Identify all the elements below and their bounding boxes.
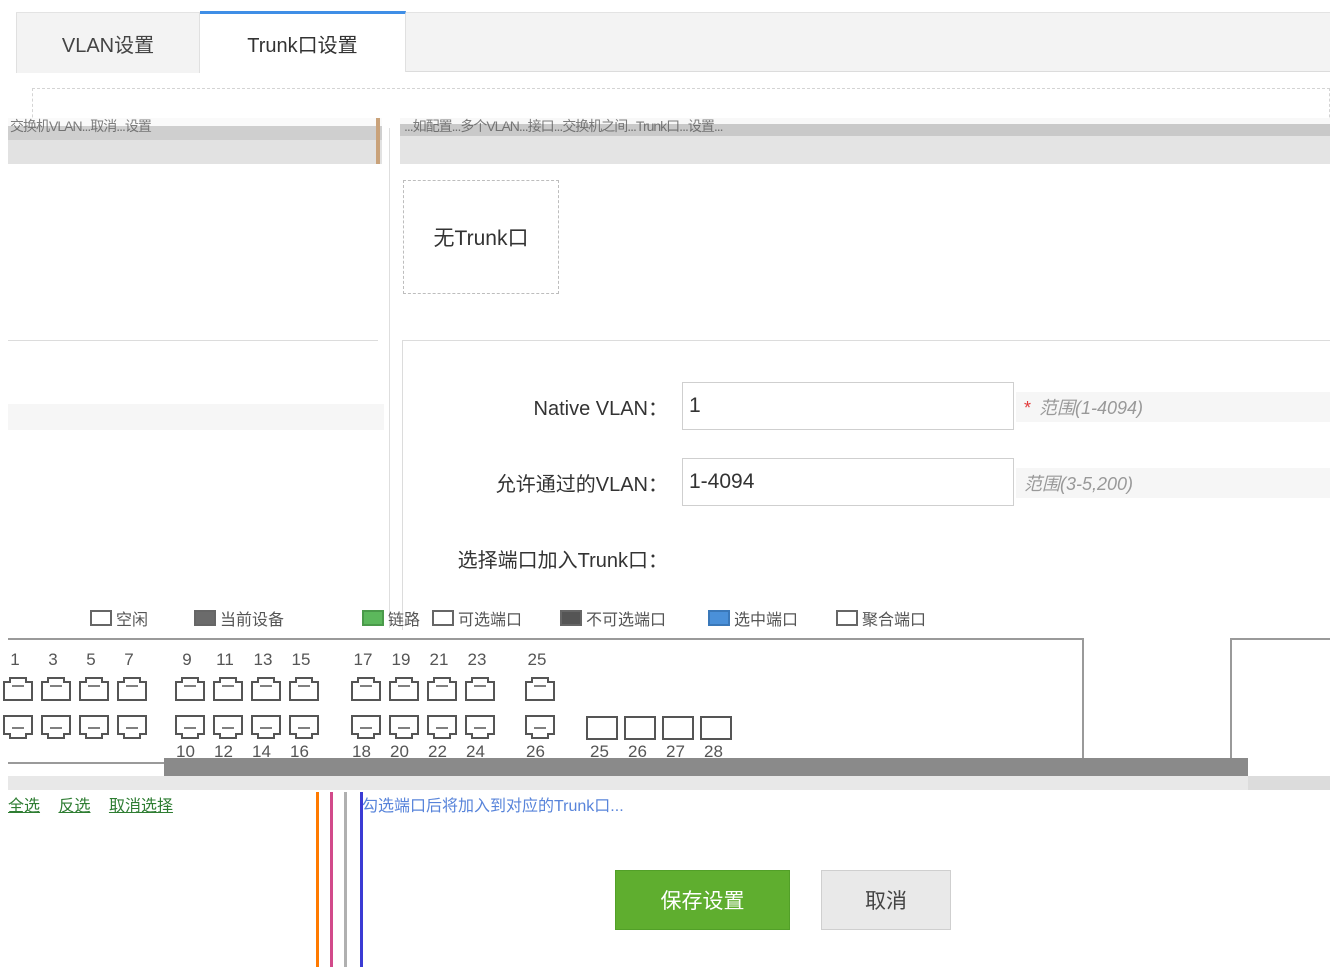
ethernet-port-icon[interactable] <box>174 714 206 740</box>
legend-link: 链路 <box>362 606 420 630</box>
ethernet-port-icon[interactable] <box>2 714 34 740</box>
port-number: 13 <box>253 650 273 669</box>
sfp-port-icon[interactable] <box>662 716 694 740</box>
port-number: 9 <box>182 650 192 669</box>
unselectable-swatch <box>560 610 582 626</box>
allowed-vlan-label: 允许通过的VLAN： <box>495 474 668 496</box>
port-number: 15 <box>291 650 311 669</box>
ethernet-port-icon[interactable] <box>524 714 556 740</box>
selected-swatch <box>708 610 730 626</box>
ethernet-port-icon[interactable] <box>40 676 72 702</box>
port-number: 21 <box>429 650 449 669</box>
port-notice: 勾选端口后将加入到对应的Trunk口... <box>362 798 624 815</box>
legend-selectable: 可选端口 <box>432 606 522 630</box>
legend-selectable-label: 可选端口 <box>458 612 523 629</box>
invert-select-link[interactable]: 反选 <box>58 798 90 815</box>
ethernet-port-icon[interactable] <box>212 714 244 740</box>
aggregate-swatch <box>836 610 858 626</box>
sfp-port-icon[interactable] <box>700 716 732 740</box>
native-vlan-label: Native VLAN： <box>533 398 669 420</box>
cancel-button[interactable]: 取消 <box>821 870 951 930</box>
current-swatch <box>194 610 216 626</box>
ethernet-port-icon[interactable] <box>350 714 382 740</box>
left-header-divider <box>376 118 380 164</box>
port-panel-footer <box>8 776 1330 790</box>
sfp-port-icon[interactable] <box>624 716 656 740</box>
left-panel-row <box>8 404 384 430</box>
left-panel-line <box>8 340 378 341</box>
ethernet-port-icon[interactable] <box>464 714 496 740</box>
ethernet-port-icon[interactable] <box>78 676 110 702</box>
legend-idle-label: 空闲 <box>116 612 149 629</box>
port-number: 19 <box>391 650 411 669</box>
ethernet-port-icon[interactable] <box>288 714 320 740</box>
link-swatch <box>362 610 384 626</box>
legend-unselectable-label: 不可选端口 <box>586 612 667 629</box>
ethernet-port-icon[interactable] <box>78 714 110 740</box>
allowed-vlan-input[interactable] <box>682 458 1014 506</box>
render-artifact-gray <box>344 792 347 967</box>
selectable-swatch <box>432 610 454 626</box>
port-panel-footer-right <box>1248 776 1330 790</box>
legend-unselectable: 不可选端口 <box>560 606 666 630</box>
render-artifact-orange <box>316 792 319 967</box>
ethernet-port-icon[interactable] <box>388 676 420 702</box>
port-number: 3 <box>48 650 58 669</box>
ethernet-port-icon[interactable] <box>40 714 72 740</box>
port-number: 23 <box>467 650 487 669</box>
panel-divider <box>389 128 390 628</box>
native-vlan-range: 范围(1-4094) <box>1039 398 1144 418</box>
ethernet-port-icon[interactable] <box>250 676 282 702</box>
legend-current-label: 当前设备 <box>220 612 285 629</box>
ethernet-port-icon[interactable] <box>116 676 148 702</box>
right-notice-text: ...如配置...多个VLAN...接口...交换机之间...Trunk口...… <box>404 118 724 134</box>
ethernet-port-icon[interactable] <box>2 676 34 702</box>
ethernet-port-icon[interactable] <box>288 676 320 702</box>
clear-select-link[interactable]: 取消选择 <box>109 798 173 815</box>
legend-aggregate-label: 聚合端口 <box>862 612 927 629</box>
ethernet-port-icon[interactable] <box>174 676 206 702</box>
allowed-vlan-hint: 范围(3-5,200) <box>1024 474 1134 494</box>
native-vlan-input[interactable] <box>682 382 1014 430</box>
ethernet-port-icon[interactable] <box>388 714 420 740</box>
ethernet-port-icon[interactable] <box>426 676 458 702</box>
ethernet-port-icon[interactable] <box>116 714 148 740</box>
legend-selected: 选中端口 <box>708 606 798 630</box>
port-number: 17 <box>353 650 373 669</box>
legend-current: 当前设备 <box>194 606 284 630</box>
legend-aggregate: 聚合端口 <box>836 606 926 630</box>
tab-bar: VLAN设置 Trunk口设置 <box>16 11 1330 73</box>
ethernet-port-icon[interactable] <box>426 714 458 740</box>
ethernet-port-icon[interactable] <box>212 676 244 702</box>
idle-swatch <box>90 610 112 626</box>
trunk-empty-text: 无Trunk口 <box>433 227 529 250</box>
ethernet-port-icon[interactable] <box>250 714 282 740</box>
select-ports-label: 选择端口加入Trunk口： <box>457 550 668 572</box>
ethernet-port-icon[interactable] <box>464 676 496 702</box>
tab-trunk-settings[interactable]: Trunk口设置 <box>200 11 406 72</box>
required-marker: * <box>1024 398 1032 418</box>
save-settings-button[interactable]: 保存设置 <box>615 870 790 930</box>
tab-vlan-settings[interactable]: VLAN设置 <box>16 13 200 73</box>
port-select-links: 全选 反选 取消选择 <box>8 792 187 816</box>
render-artifact-blue <box>360 792 363 967</box>
sfp-port-icon[interactable] <box>586 716 618 740</box>
select-all-link[interactable]: 全选 <box>8 798 40 815</box>
port-number: 1 <box>10 650 20 669</box>
legend-selected-label: 选中端口 <box>734 612 799 629</box>
port-number: 11 <box>216 650 234 669</box>
ethernet-port-icon[interactable] <box>524 676 556 702</box>
left-notice-text: 交换机VLAN...取消...设置 <box>10 118 152 134</box>
render-artifact-pink <box>330 792 333 967</box>
legend-link-label: 链路 <box>388 612 421 629</box>
ethernet-port-icon[interactable] <box>350 676 382 702</box>
port-number: 5 <box>86 650 96 669</box>
native-vlan-hint: * 范围(1-4094) <box>1024 394 1143 420</box>
legend-idle: 空闲 <box>90 606 148 630</box>
port-number: 25 <box>527 650 547 669</box>
trunk-list-empty: 无Trunk口 <box>403 180 559 294</box>
port-number: 7 <box>124 650 134 669</box>
switch-port-panel-secondary <box>1230 638 1330 764</box>
port-panel-bar <box>164 758 1248 776</box>
